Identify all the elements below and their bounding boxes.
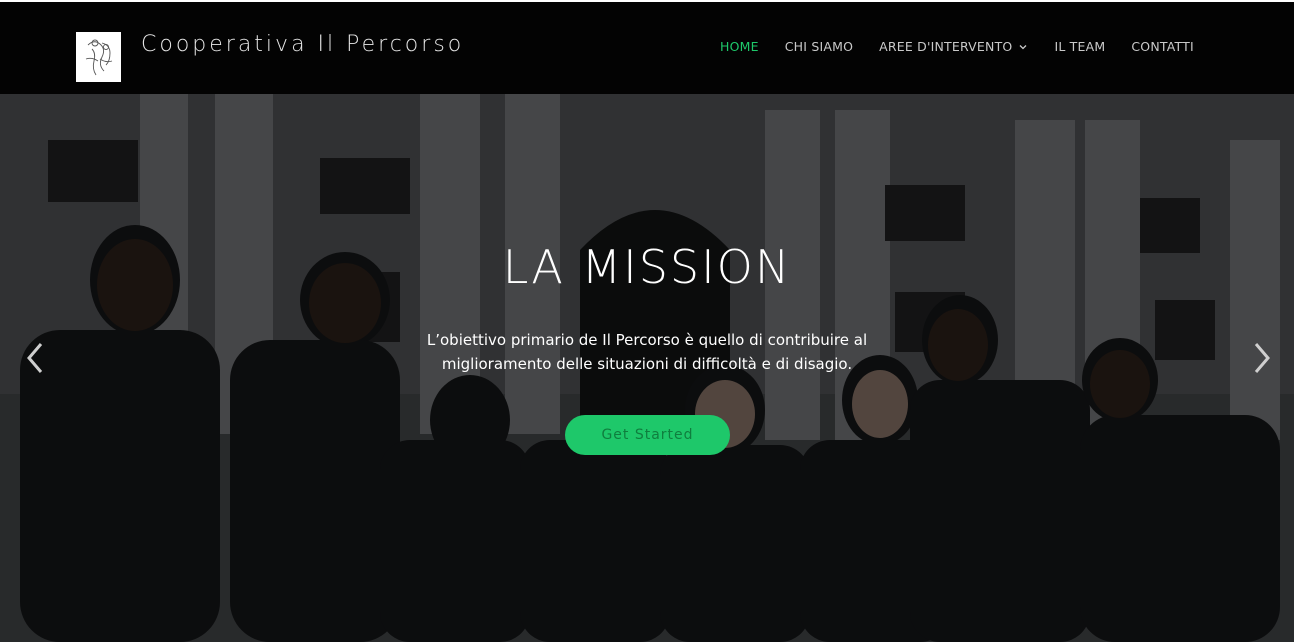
hero-background-image bbox=[0, 0, 1294, 642]
hero-dark-overlay bbox=[0, 0, 1294, 642]
carousel-next-button[interactable] bbox=[1247, 340, 1277, 376]
nav-item-label: HOME bbox=[720, 39, 759, 54]
nav-item-label: AREE D'INTERVENTO bbox=[879, 39, 1013, 54]
cooperative-logo-icon bbox=[85, 39, 112, 76]
main-navigation: HOME CHI SIAMO AREE D'INTERVENTO IL TEAM… bbox=[720, 39, 1220, 54]
get-started-button[interactable]: Get Started bbox=[565, 415, 730, 455]
nav-item-home[interactable]: HOME bbox=[720, 39, 759, 54]
slide-description: L’obiettivo primario de Il Percorso è qu… bbox=[426, 331, 868, 373]
page: Cooperativa Il Percorso HOME CHI SIAMO A… bbox=[0, 0, 1294, 642]
carousel-prev-button[interactable] bbox=[20, 340, 50, 376]
nav-item-il-team[interactable]: IL TEAM bbox=[1054, 39, 1105, 54]
nav-item-label: CHI SIAMO bbox=[784, 39, 854, 54]
site-header: Cooperativa Il Percorso HOME CHI SIAMO A… bbox=[0, 2, 1294, 94]
nav-item-aree-intervento[interactable]: AREE D'INTERVENTO bbox=[879, 39, 1028, 54]
chevron-left-icon bbox=[27, 343, 43, 373]
site-logo[interactable] bbox=[76, 32, 121, 82]
chevron-right-icon bbox=[1254, 343, 1270, 373]
brand-name[interactable]: Cooperativa Il Percorso bbox=[141, 32, 464, 57]
nav-item-chi-siamo[interactable]: CHI SIAMO bbox=[785, 39, 853, 54]
chevron-down-icon bbox=[1019, 44, 1027, 49]
slide-title: LA MISSION bbox=[502, 240, 792, 294]
nav-item-label: IL TEAM bbox=[1054, 39, 1106, 54]
nav-item-label: CONTATTI bbox=[1131, 39, 1194, 54]
nav-item-contatti[interactable]: CONTATTI bbox=[1131, 39, 1194, 54]
